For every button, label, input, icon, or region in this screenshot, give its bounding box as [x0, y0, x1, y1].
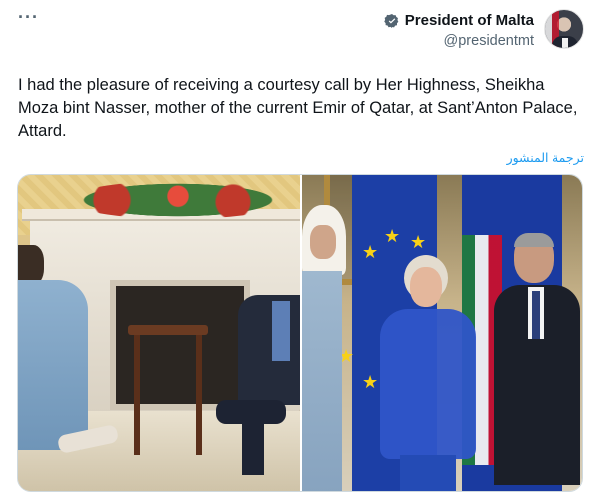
author-names: President of Malta @presidentmt: [384, 9, 534, 49]
tweet-text: I had the pleasure of receiving a courte…: [18, 76, 578, 140]
man-in-suit-tie: [532, 291, 540, 339]
seated-man-shin: [242, 415, 264, 475]
man-in-suit: [494, 233, 580, 491]
tweet-header: President of Malta @presidentmt: [384, 9, 584, 53]
avatar[interactable]: [544, 9, 584, 49]
woman-in-blue-face: [410, 267, 442, 307]
tweet-card: ··· President of Malta @presidentmt I ha…: [0, 0, 594, 495]
woman-in-blue-jacket: [380, 309, 476, 459]
table-top: [128, 325, 208, 335]
seated-woman: [18, 245, 120, 485]
woman-in-hijab-dress: [302, 271, 342, 491]
seated-woman-dress: [18, 280, 88, 450]
avatar-shirt: [562, 38, 568, 48]
more-options-button[interactable]: ···: [18, 8, 39, 26]
woman-in-hijab: [302, 205, 362, 491]
seated-man: [216, 275, 300, 485]
user-handle[interactable]: @presidentmt: [444, 33, 534, 49]
media-gallery: ★ ★ ★ ★ ★ ✶: [17, 174, 583, 492]
man-in-suit-hair: [514, 233, 554, 247]
woman-in-hijab-face: [310, 225, 336, 259]
translate-post-link[interactable]: ترجمة المنشور: [507, 150, 584, 165]
photo-fireplace-meeting[interactable]: [18, 175, 300, 491]
table-leg: [196, 335, 202, 455]
woman-in-blue: [372, 255, 482, 491]
flower-arrangement: [68, 181, 288, 219]
seated-woman-head: [18, 245, 44, 285]
seated-man-shirt: [272, 301, 290, 361]
side-table: [128, 325, 208, 455]
photo-group-standing[interactable]: ★ ★ ★ ★ ★ ✶: [302, 175, 582, 491]
seated-man-suit: [238, 295, 300, 405]
display-name[interactable]: President of Malta: [405, 12, 534, 29]
star-icon: ★: [384, 226, 401, 246]
star-icon: ★: [410, 232, 427, 252]
table-leg: [134, 335, 140, 455]
display-name-row: President of Malta: [384, 12, 534, 29]
verified-badge-icon: [384, 13, 399, 28]
woman-in-blue-pants: [400, 455, 456, 491]
